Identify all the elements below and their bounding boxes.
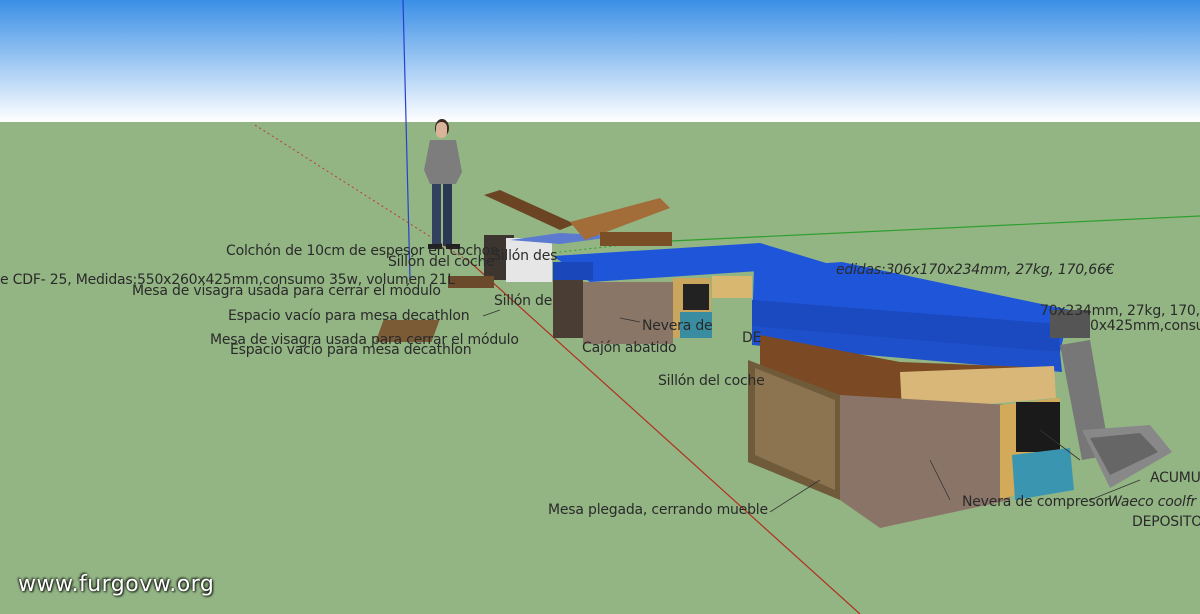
label-cajon: Cajón abatido xyxy=(582,340,677,356)
label-espacio-2: Espacio vacío para mesa decathlon xyxy=(230,342,472,358)
label-sillon-top: Sillón del coche xyxy=(388,254,495,270)
label-nevera-de: Nevera de xyxy=(642,318,713,334)
label-mesa-plegada: Mesa plegada, cerrando mueble xyxy=(548,502,768,518)
label-medidas-right: edidas:306x170x234mm, 27kg, 170,66€ xyxy=(836,262,1115,278)
label-deposito: DEPOSITO xyxy=(1132,514,1200,530)
sketchup-3d-scene xyxy=(0,0,1200,614)
label-medidas-right2: 70x234mm, 27kg, 170, xyxy=(1040,303,1200,319)
label-sillon-de: Sillón de xyxy=(494,293,553,309)
label-acumu: ACUMU xyxy=(1150,470,1200,486)
label-espacio-1: Espacio vacío para mesa decathlon xyxy=(228,308,470,324)
label-sillon-des: Sillón des xyxy=(492,248,558,264)
label-sillon-bottom: Sillón del coche xyxy=(658,373,765,389)
label-waeco: Waeco coolfr xyxy=(1108,494,1196,510)
watermark-text: www.furgovw.org xyxy=(18,572,215,597)
label-mesa-visagra-1: Mesa de visagra usada para cerrar el mód… xyxy=(132,283,441,299)
label-nevera-compresor: Nevera de compresor xyxy=(962,494,1110,510)
sky xyxy=(0,0,1200,122)
label-de-small: DE xyxy=(742,330,762,346)
label-medidas-right3: 0x425mm,consu xyxy=(1090,318,1200,334)
